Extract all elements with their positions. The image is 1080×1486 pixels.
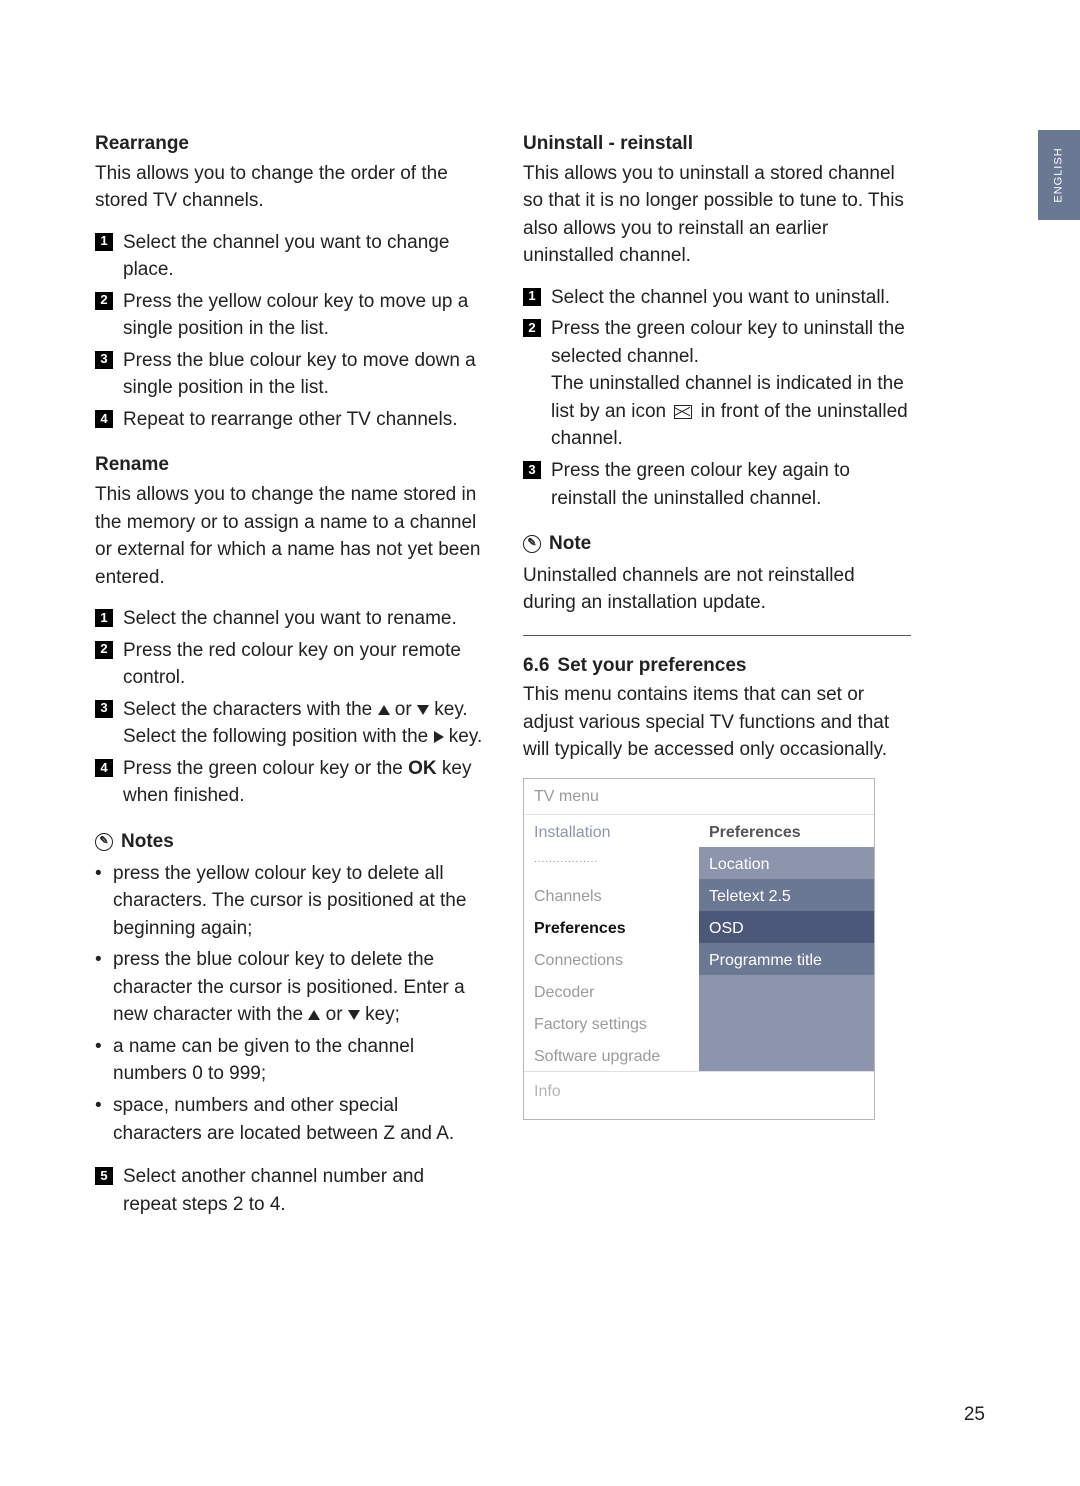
step-badge: 4	[95, 759, 113, 777]
up-arrow-icon	[308, 1010, 320, 1020]
step-badge: 1	[95, 233, 113, 251]
step-badge: 3	[95, 700, 113, 718]
right-arrow-icon	[434, 731, 444, 743]
tv-menu-right-item: OSD	[699, 911, 874, 943]
rename-heading: Rename	[95, 451, 483, 479]
step-badge: 3	[95, 351, 113, 369]
step-badge: 1	[523, 288, 541, 306]
step-badge: 2	[95, 292, 113, 310]
rearrange-heading: Rearrange	[95, 130, 483, 158]
step-badge: 2	[95, 641, 113, 659]
step-badge: 1	[95, 609, 113, 627]
rename-steps: 1Select the channel you want to rename. …	[95, 605, 483, 810]
language-tab: ENGLISH	[1038, 130, 1080, 220]
rename-notes: •press the yellow colour key to delete a…	[95, 860, 483, 1147]
right-column: Uninstall - reinstall This allows you to…	[523, 130, 911, 1236]
tv-menu-right-item: Programme title	[699, 943, 874, 975]
tv-menu-left: Installation ................. Channels …	[524, 815, 699, 1071]
down-arrow-icon	[348, 1010, 360, 1020]
tv-menu-right-header: Preferences	[699, 815, 874, 847]
uninstall-steps: 1Select the channel you want to uninstal…	[523, 284, 911, 512]
rearrange-intro: This allows you to change the order of t…	[95, 160, 483, 215]
note-icon: ✎	[523, 535, 541, 553]
rename-step5: 5Select another channel number and repea…	[95, 1163, 483, 1218]
tv-menu-item: Software upgrade	[524, 1039, 699, 1071]
divider	[523, 635, 911, 636]
down-arrow-icon	[417, 705, 429, 715]
uninstall-intro: This allows you to uninstall a stored ch…	[523, 160, 911, 270]
left-column: Rearrange This allows you to change the …	[95, 130, 483, 1236]
uninstall-heading: Uninstall - reinstall	[523, 130, 911, 158]
tv-menu-item: Factory settings	[524, 1007, 699, 1039]
tv-menu-item: Channels	[524, 879, 699, 911]
note-icon: ✎	[95, 833, 113, 851]
step-badge: 4	[95, 410, 113, 428]
tv-menu-info: Info	[524, 1071, 874, 1119]
tv-menu-left-header: Installation	[524, 815, 699, 847]
tv-menu-right-item: Teletext 2.5	[699, 879, 874, 911]
step-badge: 3	[523, 461, 541, 479]
tv-menu-right: Preferences Location Teletext 2.5 OSD Pr…	[699, 815, 874, 1071]
note-heading: ✎ Note	[523, 530, 911, 558]
tv-menu-item-selected: Preferences	[524, 911, 699, 943]
uninstalled-icon	[674, 405, 692, 419]
prefs-intro: This menu contains items that can set or…	[523, 681, 911, 764]
uninstall-note: Uninstalled channels are not reinstalled…	[523, 562, 911, 617]
tv-menu-title: TV menu	[524, 779, 874, 815]
step-badge: 2	[523, 319, 541, 337]
rename-intro: This allows you to change the name store…	[95, 481, 483, 591]
notes-heading: ✎ Notes	[95, 828, 483, 856]
tv-menu-dots: .................	[524, 847, 699, 879]
tv-menu-diagram: TV menu Installation ................. C…	[523, 778, 875, 1120]
tv-menu-right-item: Location	[699, 847, 874, 879]
prefs-heading: 6.6Set your preferences	[523, 652, 911, 680]
step-badge: 5	[95, 1167, 113, 1185]
tv-menu-item: Connections	[524, 943, 699, 975]
page-number: 25	[964, 1404, 985, 1426]
up-arrow-icon	[378, 705, 390, 715]
tv-menu-item: Decoder	[524, 975, 699, 1007]
rearrange-steps: 1Select the channel you want to change p…	[95, 229, 483, 434]
